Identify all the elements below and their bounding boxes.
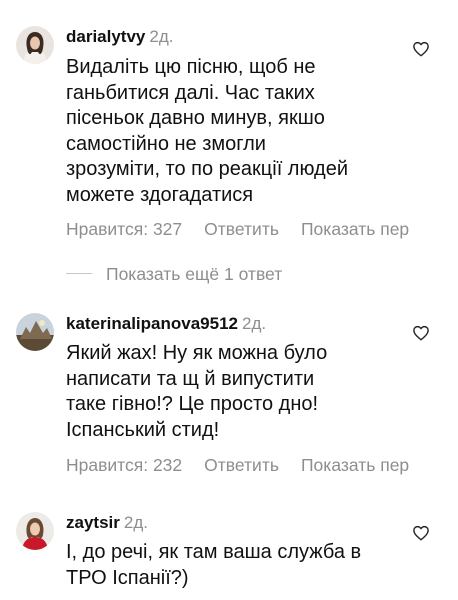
show-more-replies-button[interactable]: Показать ещё 1 ответ	[66, 264, 282, 285]
reply-button[interactable]: Ответить	[204, 455, 279, 475]
comment-line: зрозуміти, то по реакції людей	[66, 158, 349, 180]
translate-button[interactable]: Показать пер	[301, 455, 409, 475]
timestamp: 2д.	[123, 513, 148, 532]
divider-line	[66, 273, 92, 275]
timestamp: 2д.	[149, 27, 174, 46]
timestamp: 2д.	[241, 314, 267, 333]
comment-line: Який жах! Ну як можна було	[66, 342, 328, 364]
reply-button[interactable]: Ответить	[204, 219, 279, 239]
heart-outline-icon[interactable]	[412, 40, 430, 58]
comment-text: Який жах! Ну як можна було написати та щ…	[66, 341, 327, 443]
likes-count-button[interactable]: Нравится: 327	[66, 219, 182, 239]
show-more-replies-label: Показать ещё 1 ответ	[106, 264, 283, 284]
comment-actions: Нравится: 327 Ответить Показать пер	[66, 219, 431, 240]
comment-line: ТРО Іспанії?)	[66, 566, 189, 589]
avatar[interactable]	[16, 26, 54, 64]
username[interactable]: zaytsir	[66, 513, 120, 532]
comment-line: І, до речі, як там ваша служба в	[66, 541, 362, 563]
comment-line: самостійно не змогли	[66, 132, 266, 155]
comment-line: написати та щ й випустити	[66, 367, 315, 390]
comment-header: katerinalipanova9512 2д.	[66, 314, 266, 334]
comment-text: Видаліть цю пісню, щоб не ганьбитися дал…	[66, 55, 348, 208]
username[interactable]: darialytvy	[66, 27, 145, 46]
username[interactable]: katerinalipanova9512	[66, 314, 238, 333]
comment-line: ганьбитися далі. Час таких	[66, 81, 315, 104]
comment-header: zaytsir 2д.	[66, 513, 148, 533]
comment-header: darialytvy 2д.	[66, 27, 174, 47]
comment-line: Видаліть цю пісню, щоб не	[66, 56, 316, 78]
comment-line: Іспанський стид!	[66, 418, 220, 441]
avatar[interactable]	[16, 512, 54, 550]
comment-line: пісеньок давно минув, якшо	[66, 107, 325, 129]
comment-line: таке гівно!? Це просто дно!	[66, 393, 319, 415]
avatar[interactable]	[16, 313, 54, 351]
translate-button[interactable]: Показать пер	[301, 219, 409, 239]
comment-actions: Нравится: 232 Ответить Показать пер	[66, 455, 431, 476]
comment-line: можете здогадатися	[66, 183, 254, 206]
heart-outline-icon[interactable]	[412, 324, 430, 342]
likes-count-button[interactable]: Нравится: 232	[66, 455, 182, 475]
heart-outline-icon[interactable]	[412, 524, 430, 542]
comment-text: І, до речі, як там ваша служба в ТРО Ісп…	[66, 540, 361, 591]
